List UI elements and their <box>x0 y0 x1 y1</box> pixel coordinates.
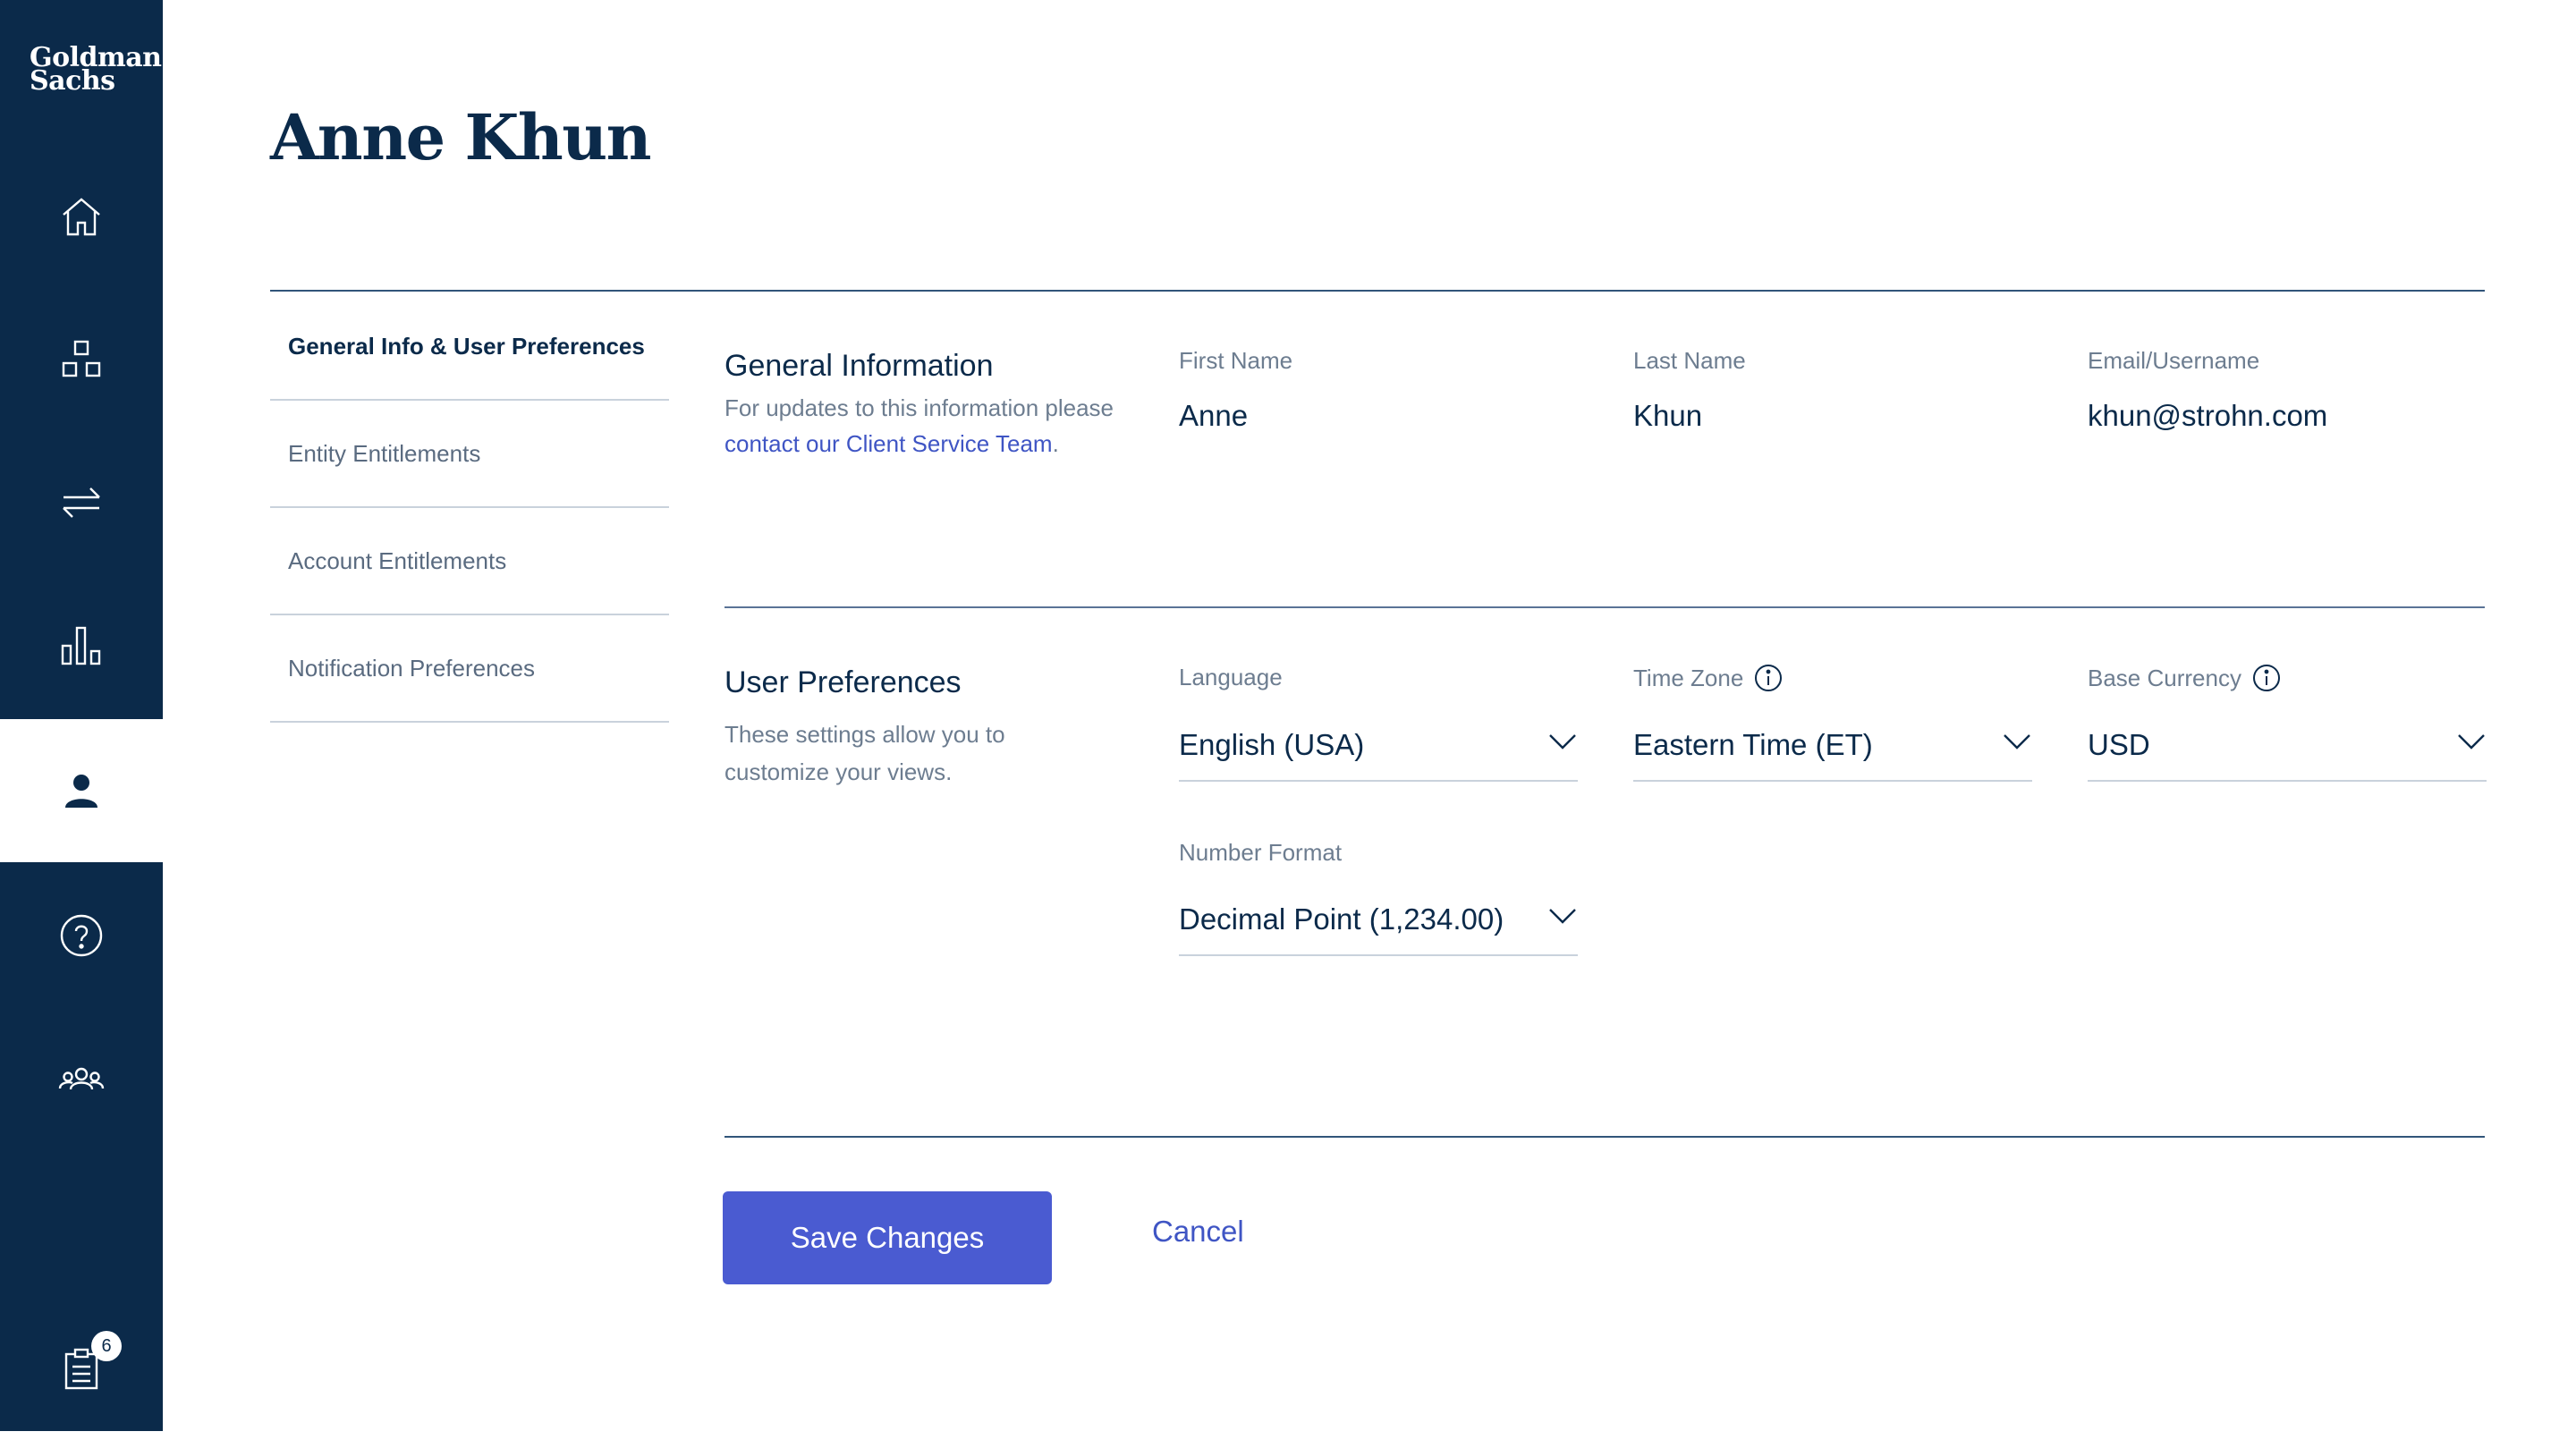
info-icon[interactable] <box>1754 664 1783 692</box>
header-divider <box>270 290 2485 292</box>
save-changes-button[interactable]: Save Changes <box>723 1191 1052 1284</box>
chevron-down-icon <box>2004 734 2030 750</box>
tab-entity-entitlements[interactable]: Entity Entitlements <box>270 401 669 508</box>
client-service-link[interactable]: contact our Client Service Team <box>724 430 1053 457</box>
number-format-label: Number Format <box>1179 839 1342 867</box>
timezone-label-text: Time Zone <box>1633 664 1744 691</box>
currency-label-text: Base Currency <box>2088 664 2241 691</box>
bar-chart-icon <box>61 626 101 665</box>
first-name-value: Anne <box>1179 399 1249 432</box>
dashboard-icon <box>62 340 101 377</box>
timezone-value: Eastern Time (ET) <box>1633 728 1873 761</box>
sidebar-item-home[interactable] <box>0 145 163 288</box>
sidebar-item-help[interactable] <box>0 864 163 1007</box>
language-select[interactable]: English (USA) <box>1179 719 1578 782</box>
last-name-label: Last Name <box>1633 347 1746 374</box>
sidebar-item-profile[interactable] <box>0 719 163 862</box>
user-preferences-description: These settings allow you to customize yo… <box>724 721 1005 785</box>
general-info-title: General Information <box>724 349 994 383</box>
general-info-description: For updates to this information please c… <box>724 390 1118 462</box>
number-format-label-text: Number Format <box>1179 839 1343 866</box>
chevron-down-icon <box>2458 734 2485 750</box>
page-title: Anne Khun <box>270 100 652 174</box>
settings-tabs: General Info & User Preferences Entity E… <box>270 293 669 723</box>
sidebar-item-transfers[interactable] <box>0 431 163 574</box>
email-value: khun@strohn.com <box>2088 399 2328 432</box>
user-preferences-title: User Preferences <box>724 665 962 699</box>
email-label: Email/Username <box>2088 347 2260 374</box>
goldman-sachs-logo[interactable]: Goldman Sachs <box>30 45 162 95</box>
general-info-desc-suffix: . <box>1052 430 1059 457</box>
sidebar-item-team[interactable] <box>0 1007 163 1150</box>
currency-label: Base Currency <box>2088 664 2281 692</box>
language-label-text: Language <box>1179 664 1283 690</box>
footer-divider <box>724 1136 2485 1138</box>
first-name-label: First Name <box>1179 347 1293 374</box>
language-label: Language <box>1179 664 1283 691</box>
tab-account-entitlements[interactable]: Account Entitlements <box>270 508 669 615</box>
timezone-label: Time Zone <box>1633 664 1783 692</box>
sidebar-item-dashboard[interactable] <box>0 288 163 431</box>
transfer-icon <box>63 487 100 518</box>
home-icon <box>63 198 100 236</box>
tab-notification-preferences[interactable]: Notification Preferences <box>270 615 669 723</box>
tab-general-info[interactable]: General Info & User Preferences <box>270 293 669 401</box>
section-divider <box>724 606 2485 608</box>
currency-select[interactable]: USD <box>2088 719 2487 782</box>
general-info-desc-text: For updates to this information please <box>724 394 1114 421</box>
user-icon <box>65 775 97 808</box>
sidebar-item-tasks[interactable] <box>0 1297 163 1440</box>
team-icon <box>58 1067 105 1090</box>
cancel-button[interactable]: Cancel <box>1152 1215 1244 1249</box>
info-icon[interactable] <box>2252 664 2281 692</box>
help-icon <box>60 914 103 957</box>
number-format-value: Decimal Point (1,234.00) <box>1179 902 1504 936</box>
sidebar: Goldman Sachs 6 <box>0 0 163 1431</box>
chevron-down-icon <box>1549 909 1576 924</box>
timezone-select[interactable]: Eastern Time (ET) <box>1633 719 2032 782</box>
last-name-value: Khun <box>1633 399 1703 432</box>
chevron-down-icon <box>1549 734 1576 750</box>
language-value: English (USA) <box>1179 728 1365 761</box>
number-format-select[interactable]: Decimal Point (1,234.00) <box>1179 894 1578 956</box>
currency-value: USD <box>2088 728 2150 761</box>
sidebar-item-analytics[interactable] <box>0 574 163 717</box>
notification-badge: 6 <box>91 1331 122 1361</box>
